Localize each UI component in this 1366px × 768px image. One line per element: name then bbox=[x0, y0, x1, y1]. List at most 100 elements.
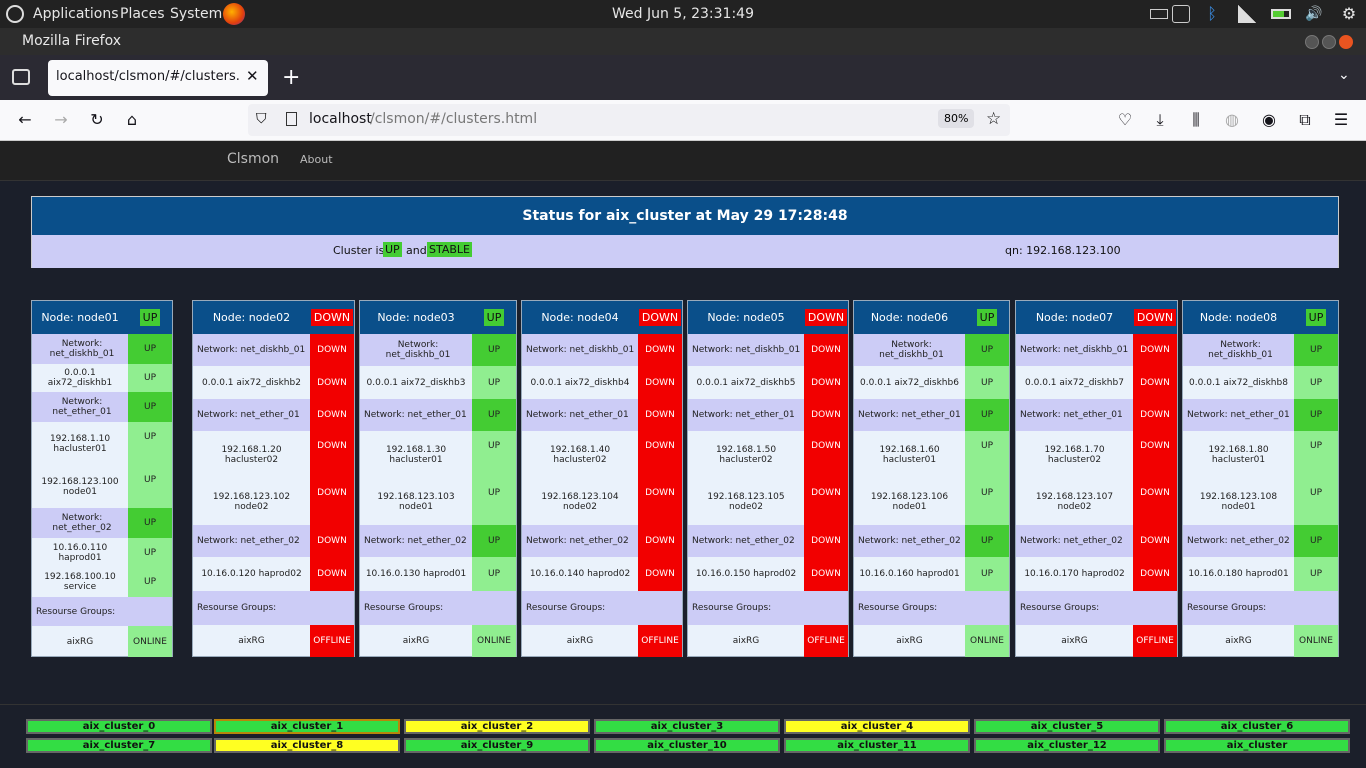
network-row: Network: net_ether_01 UP bbox=[32, 392, 172, 422]
forward-arrow-icon[interactable]: → bbox=[52, 111, 70, 129]
node-card: Node: node03 UP Network: net_diskhb_01 UP 0.… bbox=[359, 300, 517, 657]
node-name: Node: node03 bbox=[377, 311, 455, 324]
state-cell: DOWN bbox=[804, 399, 848, 431]
state-cell: UP bbox=[472, 525, 516, 557]
tab-overview-icon[interactable] bbox=[12, 69, 30, 85]
interface-row: 10.16.0.130 haprod01 UP bbox=[360, 557, 516, 591]
ip-address: 192.168.123.105 bbox=[707, 491, 785, 502]
cluster-button-aix_cluster_1[interactable]: aix_cluster_1 bbox=[214, 719, 400, 734]
cluster-button-aix_cluster_5[interactable]: aix_cluster_5 bbox=[974, 719, 1160, 734]
cluster-button-aix_cluster_2[interactable]: aix_cluster_2 bbox=[404, 719, 590, 734]
cluster-state-badge: UP bbox=[383, 242, 402, 257]
interface-row: 192.168.1.50 hacluster02 DOWN bbox=[688, 431, 848, 478]
row-label: Network: net_ether_02 bbox=[52, 513, 112, 533]
interface-row: 10.16.0.140 haprod02 DOWN bbox=[522, 557, 682, 591]
interface-row: 192.168.123.106 node01 UP bbox=[854, 478, 1009, 525]
interface-row: 10.16.0.120 haprod02 DOWN bbox=[193, 557, 354, 591]
cluster-button-aix_cluster_9[interactable]: aix_cluster_9 bbox=[404, 738, 590, 753]
node-card: Node: node06 UP Network: net_diskhb_01 UP 0.… bbox=[853, 300, 1010, 657]
network-row: Network: net_ether_02 UP bbox=[1183, 525, 1338, 557]
close-tab-icon[interactable]: ✕ bbox=[246, 67, 259, 85]
bluetooth-icon[interactable]: ᛒ bbox=[1203, 5, 1221, 23]
brand-link[interactable]: Clsmon bbox=[227, 151, 279, 167]
row-label: Network: net_diskhb_01 bbox=[526, 345, 635, 355]
state-cell: UP bbox=[1294, 557, 1338, 591]
node-state-badge: UP bbox=[483, 309, 505, 326]
cluster-button-aix_cluster_8[interactable]: aix_cluster_8 bbox=[214, 738, 400, 753]
signal-icon[interactable] bbox=[1238, 5, 1256, 23]
zoom-indicator[interactable]: 80% bbox=[938, 109, 975, 128]
window-title: Mozilla Firefox bbox=[22, 33, 122, 49]
node-header: Node: node03 UP bbox=[360, 301, 516, 334]
volume-icon[interactable]: 🔊 bbox=[1305, 5, 1323, 23]
cluster-button-aix_cluster_7[interactable]: aix_cluster_7 bbox=[26, 738, 212, 753]
about-link[interactable]: About bbox=[300, 153, 333, 166]
extensions-puzzle-icon[interactable]: ⧉ bbox=[1296, 111, 1314, 129]
cluster-button-aix_cluster_10[interactable]: aix_cluster_10 bbox=[594, 738, 780, 753]
row-label: Resourse Groups: bbox=[197, 603, 277, 613]
interface-row: 0.0.0.1 aix72_diskhb1 UP bbox=[32, 364, 172, 392]
interface-row: 192.168.123.104 node02 DOWN bbox=[522, 478, 682, 525]
interface-row: aixRG ONLINE bbox=[32, 626, 172, 657]
cluster-button-aix_cluster_11[interactable]: aix_cluster_11 bbox=[784, 738, 970, 753]
cluster-button-aix_cluster_3[interactable]: aix_cluster_3 bbox=[594, 719, 780, 734]
state-cell: DOWN bbox=[1133, 431, 1177, 478]
shield-icon[interactable]: ⛉ bbox=[256, 111, 267, 127]
system-menu[interactable]: System bbox=[170, 6, 222, 22]
extension-icon[interactable]: ◍ bbox=[1223, 111, 1241, 129]
bookmark-star-icon[interactable]: ☆ bbox=[986, 109, 1001, 129]
list-tabs-chevron-icon[interactable]: ⌄ bbox=[1338, 67, 1350, 83]
row-label: Resourse Groups: bbox=[1020, 603, 1100, 613]
state-cell: UP bbox=[965, 431, 1009, 478]
downloads-icon[interactable]: ⤓ bbox=[1151, 111, 1169, 129]
close-window-button[interactable] bbox=[1339, 35, 1353, 49]
hamburger-menu-icon[interactable]: ☰ bbox=[1332, 111, 1350, 129]
pocket-icon[interactable]: ♡ bbox=[1116, 111, 1134, 129]
url-path[interactable]: /clsmon/#/clusters.html bbox=[370, 111, 537, 127]
interface-row: 192.168.1.10 hacluster01 UP bbox=[32, 422, 172, 465]
tab-clusters[interactable]: localhost/clsmon/#/clusters.html ✕ bbox=[48, 60, 268, 96]
cluster-is-label: Cluster is bbox=[333, 244, 385, 257]
new-tab-icon[interactable]: + bbox=[282, 65, 300, 90]
row-label: 10.16.0.160 haprod01 bbox=[859, 569, 960, 579]
network-row: Network: net_diskhb_01 DOWN bbox=[522, 334, 682, 366]
interface-label: 192.168.123.108 node01 bbox=[1183, 478, 1294, 525]
back-arrow-icon[interactable]: ← bbox=[16, 111, 34, 129]
cluster-button-aix_cluster_6[interactable]: aix_cluster_6 bbox=[1164, 719, 1350, 734]
host-label: node02 bbox=[729, 501, 763, 512]
page-icon[interactable] bbox=[286, 112, 297, 126]
maximize-button[interactable] bbox=[1322, 35, 1336, 49]
cluster-button-aix_cluster_4[interactable]: aix_cluster_4 bbox=[784, 719, 970, 734]
settings-gear-icon[interactable]: ⚙ bbox=[1340, 5, 1358, 23]
cluster-button-aix_cluster_0[interactable]: aix_cluster_0 bbox=[26, 719, 212, 734]
node-header: Node: node08 UP bbox=[1183, 301, 1338, 334]
url-bar[interactable]: ⛉ localhost /clsmon/#/clusters.html 80% … bbox=[248, 104, 1010, 136]
state-cell: UP bbox=[128, 567, 172, 597]
interface-row: 10.16.0.180 haprod01 UP bbox=[1183, 557, 1338, 591]
home-icon[interactable]: ⌂ bbox=[123, 111, 141, 129]
state-cell: UP bbox=[472, 431, 516, 478]
cluster-button-aix_cluster[interactable]: aix_cluster bbox=[1164, 738, 1350, 753]
interface-label: 192.168.123.104 node02 bbox=[522, 478, 638, 525]
row-label: 0.0.0.1 aix72_diskhb3 bbox=[366, 377, 466, 388]
interface-row: 192.168.123.108 node01 UP bbox=[1183, 478, 1338, 525]
cluster-button-aix_cluster_12[interactable]: aix_cluster_12 bbox=[974, 738, 1160, 753]
battery-icon[interactable] bbox=[1271, 9, 1291, 19]
library-icon[interactable]: ⫼ bbox=[1187, 111, 1205, 129]
reload-icon[interactable]: ↻ bbox=[88, 111, 106, 129]
url-host[interactable]: localhost bbox=[309, 111, 372, 127]
host-label: node01 bbox=[63, 486, 97, 497]
drive-icon[interactable] bbox=[1172, 5, 1190, 23]
state-cell: UP bbox=[1294, 431, 1338, 478]
firefox-launcher-icon[interactable] bbox=[223, 3, 245, 25]
distro-logo-icon[interactable] bbox=[6, 5, 24, 23]
state-cell: ONLINE bbox=[472, 625, 516, 657]
applications-menu[interactable]: Applications bbox=[33, 6, 119, 22]
network-row: Network: net_diskhb_01 UP bbox=[360, 334, 516, 366]
keyboard-icon[interactable] bbox=[1150, 9, 1168, 19]
minimize-button[interactable] bbox=[1305, 35, 1319, 49]
account-icon[interactable]: ◉ bbox=[1260, 111, 1278, 129]
node-header: Node: node04 DOWN bbox=[522, 301, 682, 334]
places-menu[interactable]: Places bbox=[120, 6, 165, 22]
interface-row: 192.168.1.60 hacluster01 UP bbox=[854, 431, 1009, 478]
